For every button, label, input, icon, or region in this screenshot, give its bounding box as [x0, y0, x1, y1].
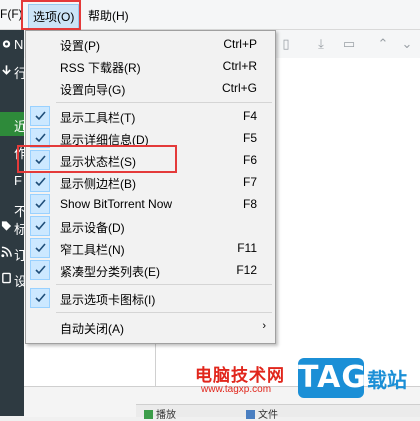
menu-item-shortcut: F12	[236, 263, 257, 277]
menu-separator	[56, 102, 272, 103]
tab-files[interactable]: 文件	[246, 406, 278, 421]
menu-item-shortcut: F8	[242, 197, 257, 211]
menu-item-shortcut: F7	[242, 175, 257, 189]
gear-icon	[2, 40, 11, 48]
menu-item-show-devices[interactable]: 显示设备(D)	[26, 215, 275, 237]
menu-help[interactable]: 帮助(H)	[88, 7, 129, 24]
toolbar-icon[interactable]: ▯	[279, 37, 293, 51]
sidebar-item-4[interactable]: F	[0, 170, 24, 192]
menu-item-shortcut: F5	[242, 131, 257, 145]
menu-bar: F(F) 选项(O) 帮助(H)	[0, 0, 420, 30]
menu-item-setup-wizard[interactable]: 设置向导(G) Ctrl+G	[26, 77, 275, 99]
menu-item-show-sidebar[interactable]: 显示侧边栏(B) F7	[26, 171, 275, 193]
sidebar: N 行 近 作 F 不 标 订 设	[0, 30, 27, 416]
menu-item-narrow-toolbar[interactable]: 窄工具栏(N) F11	[26, 237, 275, 259]
menu-item-show-bittorrent-now[interactable]: Show BitTorrent Now F8	[26, 193, 275, 215]
menu-item-shortcut: F11	[237, 241, 257, 255]
device-icon	[2, 272, 11, 284]
watermark-url: www.tagxp.com	[201, 384, 272, 395]
file-icon	[246, 410, 255, 419]
check-icon	[30, 106, 50, 126]
menu-item-shortcut: Ctrl+R	[222, 59, 257, 73]
menu-item-label: 显示工具栏(T)	[60, 111, 136, 125]
chevron-down-icon[interactable]: ⌄	[400, 37, 414, 51]
detail-tabs: 播放 文件	[136, 404, 420, 421]
sidebar-item-label: F	[14, 173, 22, 188]
play-icon	[144, 410, 153, 419]
menu-item-label: 紧凑型分类列表(E)	[60, 265, 160, 279]
sidebar-item-0[interactable]: N	[0, 34, 24, 56]
watermark-logo: TAG	[298, 358, 366, 398]
menu-item-show-toolbar[interactable]: 显示工具栏(T) F4	[26, 105, 275, 127]
chevron-right-icon: ›	[262, 320, 266, 332]
menu-item-rss-downloader[interactable]: RSS 下载器(R) Ctrl+R	[26, 55, 275, 77]
chevron-up-icon[interactable]: ⌃	[376, 37, 390, 51]
options-dropdown-menu: 设置(P) Ctrl+P RSS 下载器(R) Ctrl+R 设置向导(G) C…	[25, 30, 276, 344]
menu-item-label: 自动关闭(A)	[60, 322, 124, 336]
watermark-site-name: 电脑技术网	[195, 366, 285, 385]
menu-item-show-tab-icons[interactable]: 显示选项卡图标(I)	[26, 287, 275, 309]
arrow-down-icon	[2, 65, 11, 75]
menu-item-show-statusbar[interactable]: 显示状态栏(S) F6	[26, 149, 275, 171]
menu-item-label: 显示详细信息(D)	[60, 133, 149, 147]
menu-item-label: Show BitTorrent Now	[60, 197, 173, 211]
rss-icon	[1, 246, 12, 258]
menu-separator	[56, 284, 272, 285]
stop-icon[interactable]: ▭	[342, 37, 356, 51]
menu-item-label: 显示选项卡图标(I)	[60, 293, 156, 307]
menu-item-label: 显示设备(D)	[60, 221, 125, 235]
check-icon	[30, 194, 50, 214]
watermark-tail: 载站	[367, 370, 407, 392]
menu-item-settings[interactable]: 设置(P) Ctrl+P	[26, 33, 275, 55]
menu-item-show-details[interactable]: 显示详细信息(D) F5	[26, 127, 275, 149]
menu-item-shortcut: F4	[242, 109, 257, 123]
menu-item-label: 设置向导(G)	[60, 83, 126, 97]
check-icon	[30, 216, 50, 236]
check-icon	[30, 288, 50, 308]
download-icon[interactable]: ⤓	[314, 37, 328, 51]
menu-item-compact-category-list[interactable]: 紧凑型分类列表(E) F12	[26, 259, 275, 281]
menu-item-shortcut: Ctrl+G	[221, 81, 257, 95]
menu-file[interactable]: F(F)	[0, 7, 23, 21]
menu-item-shortcut: F6	[242, 153, 257, 167]
menu-options[interactable]: 选项(O)	[28, 4, 80, 29]
menu-item-label: 设置(P)	[60, 39, 100, 53]
sidebar-item-8[interactable]: 设	[0, 268, 27, 290]
sidebar-selected-item[interactable]: 近	[0, 112, 27, 136]
tab-play[interactable]: 播放	[144, 406, 176, 421]
menu-item-auto-close[interactable]: 自动关闭(A) ›	[26, 316, 275, 338]
menu-item-label: 显示侧边栏(B)	[60, 177, 136, 191]
check-icon	[30, 238, 50, 258]
menu-separator	[56, 312, 272, 313]
menu-item-shortcut: Ctrl+P	[223, 37, 257, 51]
sidebar-item-3[interactable]: 作	[0, 140, 27, 162]
sidebar-item-label: N	[14, 37, 24, 52]
check-icon	[30, 172, 50, 192]
check-icon	[30, 128, 50, 148]
sidebar-item-7[interactable]: 订	[0, 242, 27, 264]
menu-item-label: 显示状态栏(S)	[60, 155, 136, 169]
sidebar-item-6[interactable]: 标	[0, 216, 27, 238]
check-icon	[30, 150, 50, 170]
menu-item-label: 窄工具栏(N)	[60, 243, 125, 257]
menu-item-label: RSS 下载器(R)	[60, 61, 141, 75]
check-icon	[30, 260, 50, 280]
tag-icon	[1, 221, 12, 231]
sidebar-item-1[interactable]: 行	[0, 60, 27, 82]
